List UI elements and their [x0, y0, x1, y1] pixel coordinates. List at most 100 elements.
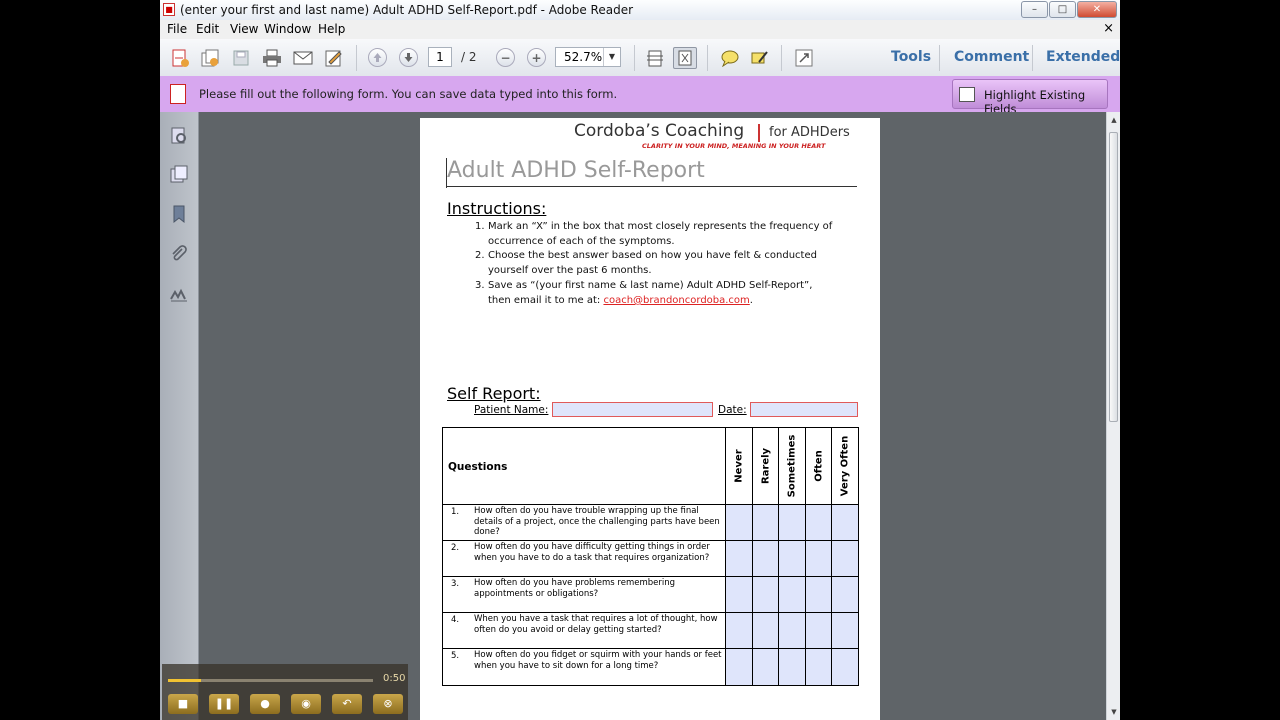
window-title: (enter your first and last name) Adult A…	[180, 3, 634, 17]
chevron-down-icon[interactable]: ▼	[603, 48, 620, 66]
grid-line	[443, 648, 858, 649]
instruction-text: Save as “(your first name & last name) A…	[488, 280, 813, 291]
pdf-icon: ■	[163, 3, 175, 16]
prev-page-icon[interactable]	[368, 48, 387, 67]
grid-line	[443, 504, 858, 505]
menu-help[interactable]: Help	[318, 22, 345, 36]
signature-icon[interactable]	[169, 284, 189, 304]
instructions-heading: Instructions:	[447, 199, 547, 218]
next-page-icon[interactable]	[399, 48, 418, 67]
question-text: How often do you have trouble wrapping u…	[474, 506, 720, 538]
patient-name-field[interactable]	[552, 402, 713, 417]
brand-name: Cordoba’s Coaching	[574, 121, 745, 141]
document-view[interactable]: Cordoba’s Coaching for ADHDers CLARITY I…	[199, 112, 1106, 720]
print-icon[interactable]	[260, 47, 284, 69]
toolbar: 1 / 2 − + 52.7% ▼ Tools Comment Extended	[160, 39, 1120, 77]
scroll-up-icon[interactable]: ▲	[1109, 116, 1119, 124]
toolbar-separator	[707, 45, 708, 71]
menu-window[interactable]: Window	[264, 22, 311, 36]
email-link[interactable]: coach@brandoncordoba.com	[603, 295, 749, 306]
recording-progress[interactable]	[168, 679, 373, 682]
maximize-button[interactable]: □	[1049, 1, 1076, 18]
column-header-sometimes: Sometimes	[786, 434, 798, 498]
column-header-rarely: Rarely	[760, 447, 772, 485]
pause-icon[interactable]: ❚❚	[209, 694, 239, 714]
comment-icon[interactable]	[718, 47, 742, 69]
grid-line	[778, 428, 779, 685]
save-icon[interactable]	[229, 47, 253, 69]
question-text: How often do you have difficulty getting…	[474, 542, 710, 563]
grid-line	[443, 540, 858, 541]
toolbar-separator	[1032, 45, 1033, 71]
extended-link[interactable]: Extended	[1046, 49, 1120, 65]
question-number: 5.	[451, 651, 460, 661]
brand-subtitle: for ADHDers	[769, 125, 850, 140]
menu-file[interactable]: File	[167, 22, 187, 36]
brand-tagline: CLARITY IN YOUR MIND, MEANING IN YOUR HE…	[642, 142, 826, 150]
date-label: Date:	[718, 404, 747, 416]
menu-edit[interactable]: Edit	[196, 22, 219, 36]
comment-link[interactable]: Comment	[954, 49, 1029, 65]
toolbar-separator	[356, 45, 357, 71]
navigation-pane	[160, 112, 199, 720]
highlight-fields-icon	[959, 87, 975, 102]
column-header-never: Never	[733, 449, 745, 483]
email-icon[interactable]	[291, 47, 315, 69]
toolbar-separator	[781, 45, 782, 71]
question-number: 1.	[451, 507, 460, 517]
question-number: 3.	[451, 579, 460, 589]
patient-name-label: Patient Name:	[474, 404, 549, 416]
bookmark-icon[interactable]	[169, 204, 189, 224]
sign-icon[interactable]	[322, 47, 346, 69]
create-icon[interactable]	[168, 47, 192, 69]
page-number-input[interactable]: 1	[428, 47, 452, 67]
instruction-number: 1.	[475, 221, 485, 232]
instruction-text: yourself over the past 6 months.	[488, 265, 652, 276]
grid-line	[443, 612, 858, 613]
question-text: How often do you fidget or squirm with y…	[474, 650, 722, 671]
files-icon[interactable]	[198, 47, 222, 69]
instruction-text: then email it to me at: coach@brandoncor…	[488, 295, 753, 306]
fit-page-icon[interactable]	[673, 47, 697, 69]
zoom-in-button[interactable]: +	[527, 48, 546, 67]
scroll-down-icon[interactable]: ▼	[1109, 708, 1119, 716]
document-title-field[interactable]: Adult ADHD Self-Report	[447, 158, 705, 183]
zoom-select[interactable]: 52.7% ▼	[555, 47, 621, 67]
menu-view[interactable]: View	[230, 22, 258, 36]
stop-icon[interactable]: ■	[168, 694, 198, 714]
fit-width-icon[interactable]	[643, 47, 667, 69]
date-field[interactable]	[750, 402, 858, 417]
pdf-page: Cordoba’s Coaching for ADHDers CLARITY I…	[420, 118, 880, 720]
answer-cells[interactable]	[726, 505, 858, 685]
pages-icon[interactable]	[169, 164, 189, 184]
instruction-text: Mark an “X” in the box that most closely…	[488, 221, 833, 232]
highlight-text-icon[interactable]	[748, 47, 772, 69]
find-icon[interactable]	[169, 126, 189, 146]
grid-line	[831, 428, 832, 685]
brand-divider	[758, 124, 760, 142]
toolbar-separator	[634, 45, 635, 71]
grid-line	[805, 428, 806, 685]
scrollbar-thumb[interactable]	[1109, 132, 1118, 422]
question-text: When you have a task that requires a lot…	[474, 614, 718, 635]
tools-link[interactable]: Tools	[891, 49, 931, 65]
webcam-icon[interactable]: ◉	[291, 694, 321, 714]
cancel-icon[interactable]: ⊗	[373, 694, 403, 714]
expand-icon[interactable]	[792, 47, 816, 69]
minimize-button[interactable]: –	[1021, 1, 1048, 18]
close-document-icon[interactable]: ×	[1103, 21, 1114, 36]
undo-icon[interactable]: ↶	[332, 694, 362, 714]
close-button[interactable]: ✕	[1077, 1, 1117, 18]
microphone-icon[interactable]: ●	[250, 694, 280, 714]
vertical-scrollbar[interactable]: ▲ ▼	[1106, 112, 1120, 720]
question-number: 4.	[451, 615, 460, 625]
symptom-table: Questions Never Rarely Sometimes Often V…	[442, 427, 859, 686]
self-report-heading: Self Report:	[447, 384, 541, 403]
zoom-out-button[interactable]: −	[496, 48, 515, 67]
highlight-fields-button[interactable]: Highlight Existing Fields	[952, 79, 1108, 116]
zoom-value: 52.7%	[564, 50, 603, 64]
adobe-reader-window: ■ (enter your first and last name) Adult…	[160, 0, 1120, 720]
form-message-bar: Please fill out the following form. You …	[160, 76, 1120, 116]
instruction-text-part: .	[749, 295, 753, 306]
attachment-icon[interactable]	[169, 244, 189, 264]
